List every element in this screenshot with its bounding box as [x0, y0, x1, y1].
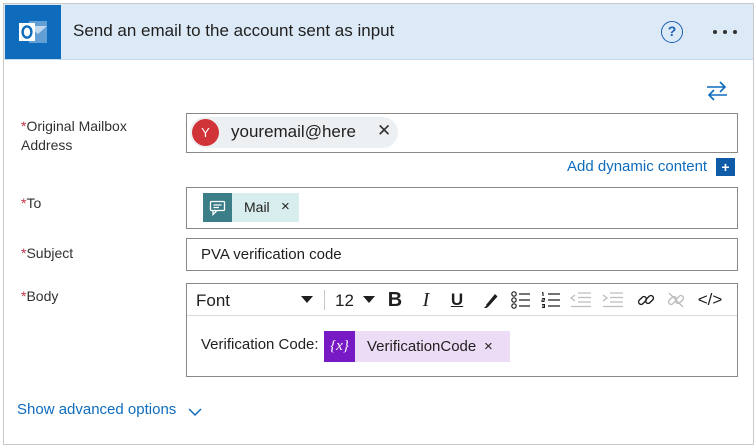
- card-header[interactable]: Send an email to the account sent as inp…: [4, 4, 753, 60]
- subject-label-text: Subject: [26, 245, 74, 261]
- mail-token[interactable]: Mail ×: [203, 193, 299, 222]
- outlook-icon: [5, 5, 61, 59]
- subject-label: *Subject: [21, 244, 73, 263]
- font-select[interactable]: Font: [196, 291, 230, 311]
- variable-icon: {x}: [324, 331, 355, 362]
- variable-token-text: VerificationCode: [367, 338, 477, 355]
- body-text: Verification Code:: [201, 336, 319, 353]
- mailbox-field[interactable]: Y youremail@here ✕: [186, 113, 738, 153]
- bullet-list-icon[interactable]: [509, 288, 533, 312]
- body-editor[interactable]: Font 12 B I U </> Verification Code: {x}…: [186, 283, 738, 377]
- to-field[interactable]: Mail ×: [186, 187, 738, 229]
- link-icon[interactable]: [634, 288, 658, 312]
- chevron-down-icon[interactable]: [301, 296, 313, 303]
- swap-icon[interactable]: [704, 80, 730, 102]
- code-view-button[interactable]: </>: [695, 288, 725, 312]
- mailbox-label-text: Original Mailbox Address: [21, 118, 127, 153]
- show-advanced-options-link[interactable]: Show advanced options: [17, 401, 176, 418]
- close-icon[interactable]: ×: [484, 338, 493, 355]
- mailbox-label: *Original Mailbox Address: [21, 117, 161, 155]
- avatar: Y: [192, 119, 219, 146]
- bold-button[interactable]: B: [383, 288, 407, 312]
- body-label-text: Body: [26, 288, 59, 304]
- plus-icon[interactable]: +: [716, 158, 735, 176]
- increase-indent-icon[interactable]: [601, 288, 625, 312]
- action-card: Send an email to the account sent as inp…: [3, 3, 754, 445]
- toolbar-divider: [324, 290, 325, 310]
- more-icon[interactable]: [710, 28, 740, 38]
- chevron-down-icon[interactable]: [363, 296, 375, 303]
- highlight-icon[interactable]: [479, 288, 503, 312]
- mail-token-text: Mail: [244, 199, 270, 215]
- body-label: *Body: [21, 287, 58, 306]
- font-size-select[interactable]: 12: [335, 291, 354, 311]
- underline-button[interactable]: U: [445, 288, 469, 312]
- to-label-text: To: [26, 195, 42, 211]
- subject-input[interactable]: PVA verification code: [186, 238, 738, 271]
- close-icon[interactable]: ×: [281, 198, 290, 215]
- user-token-text: youremail@here: [231, 122, 356, 141]
- help-circle-icon[interactable]: ?: [661, 21, 683, 43]
- numbered-list-icon[interactable]: [539, 288, 563, 312]
- card-title: Send an email to the account sent as inp…: [73, 21, 395, 40]
- italic-button[interactable]: I: [414, 288, 438, 312]
- user-token[interactable]: Y youremail@here ✕: [190, 117, 398, 148]
- rich-text-toolbar: Font 12 B I U </>: [187, 284, 737, 316]
- chat-icon: [203, 193, 232, 222]
- variable-token[interactable]: {x} VerificationCode ×: [324, 331, 510, 362]
- add-dynamic-content-link[interactable]: Add dynamic content: [567, 158, 707, 175]
- close-icon[interactable]: ✕: [377, 121, 391, 141]
- chevron-down-icon[interactable]: [188, 404, 202, 417]
- to-label: *To: [21, 194, 41, 213]
- subject-value: PVA verification code: [201, 246, 342, 263]
- unlink-icon[interactable]: [664, 288, 688, 312]
- decrease-indent-icon[interactable]: [569, 288, 593, 312]
